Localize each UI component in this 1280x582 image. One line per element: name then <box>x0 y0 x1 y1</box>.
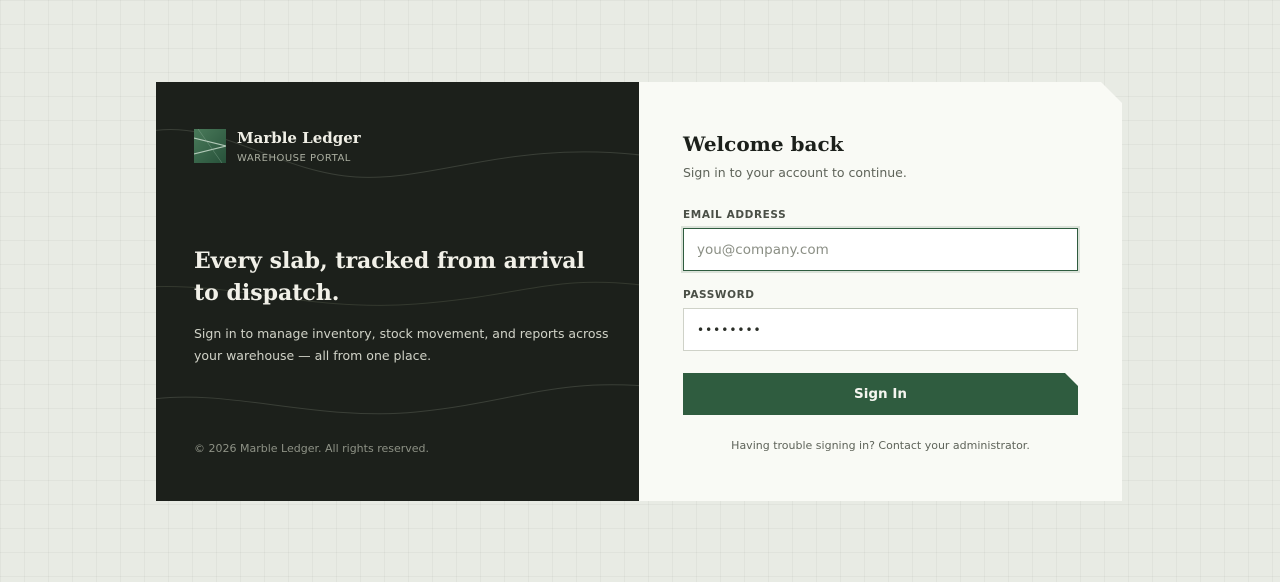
brand-panel: Marble Ledger WAREHOUSE PORTAL Every sla… <box>156 82 639 501</box>
page-title: Welcome back <box>683 132 844 156</box>
email-field[interactable] <box>683 228 1078 271</box>
password-field[interactable] <box>683 308 1078 351</box>
login-form-panel: Welcome back Sign in to your account to … <box>639 82 1122 501</box>
marble-slab-logo-icon <box>194 129 226 163</box>
password-label: PASSWORD <box>683 289 755 301</box>
brand: Marble Ledger WAREHOUSE PORTAL <box>194 129 361 165</box>
hero-headline: Every slab, tracked from arrival to disp… <box>194 248 585 306</box>
email-label: EMAIL ADDRESS <box>683 209 787 221</box>
brand-name: Marble Ledger <box>237 129 361 147</box>
login-card: Marble Ledger WAREHOUSE PORTAL Every sla… <box>156 82 1122 501</box>
sign-in-button[interactable]: Sign In <box>683 373 1078 415</box>
help-text: Having trouble signing in? Contact your … <box>731 439 1030 452</box>
brand-subtitle: WAREHOUSE PORTAL <box>237 153 351 164</box>
hero-tagline: Sign in to manage inventory, stock movem… <box>194 326 609 363</box>
copyright-text: © 2026 Marble Ledger. All rights reserve… <box>194 442 430 455</box>
page-subtitle: Sign in to your account to continue. <box>683 165 907 180</box>
brand-text: Marble Ledger WAREHOUSE PORTAL <box>237 129 361 165</box>
